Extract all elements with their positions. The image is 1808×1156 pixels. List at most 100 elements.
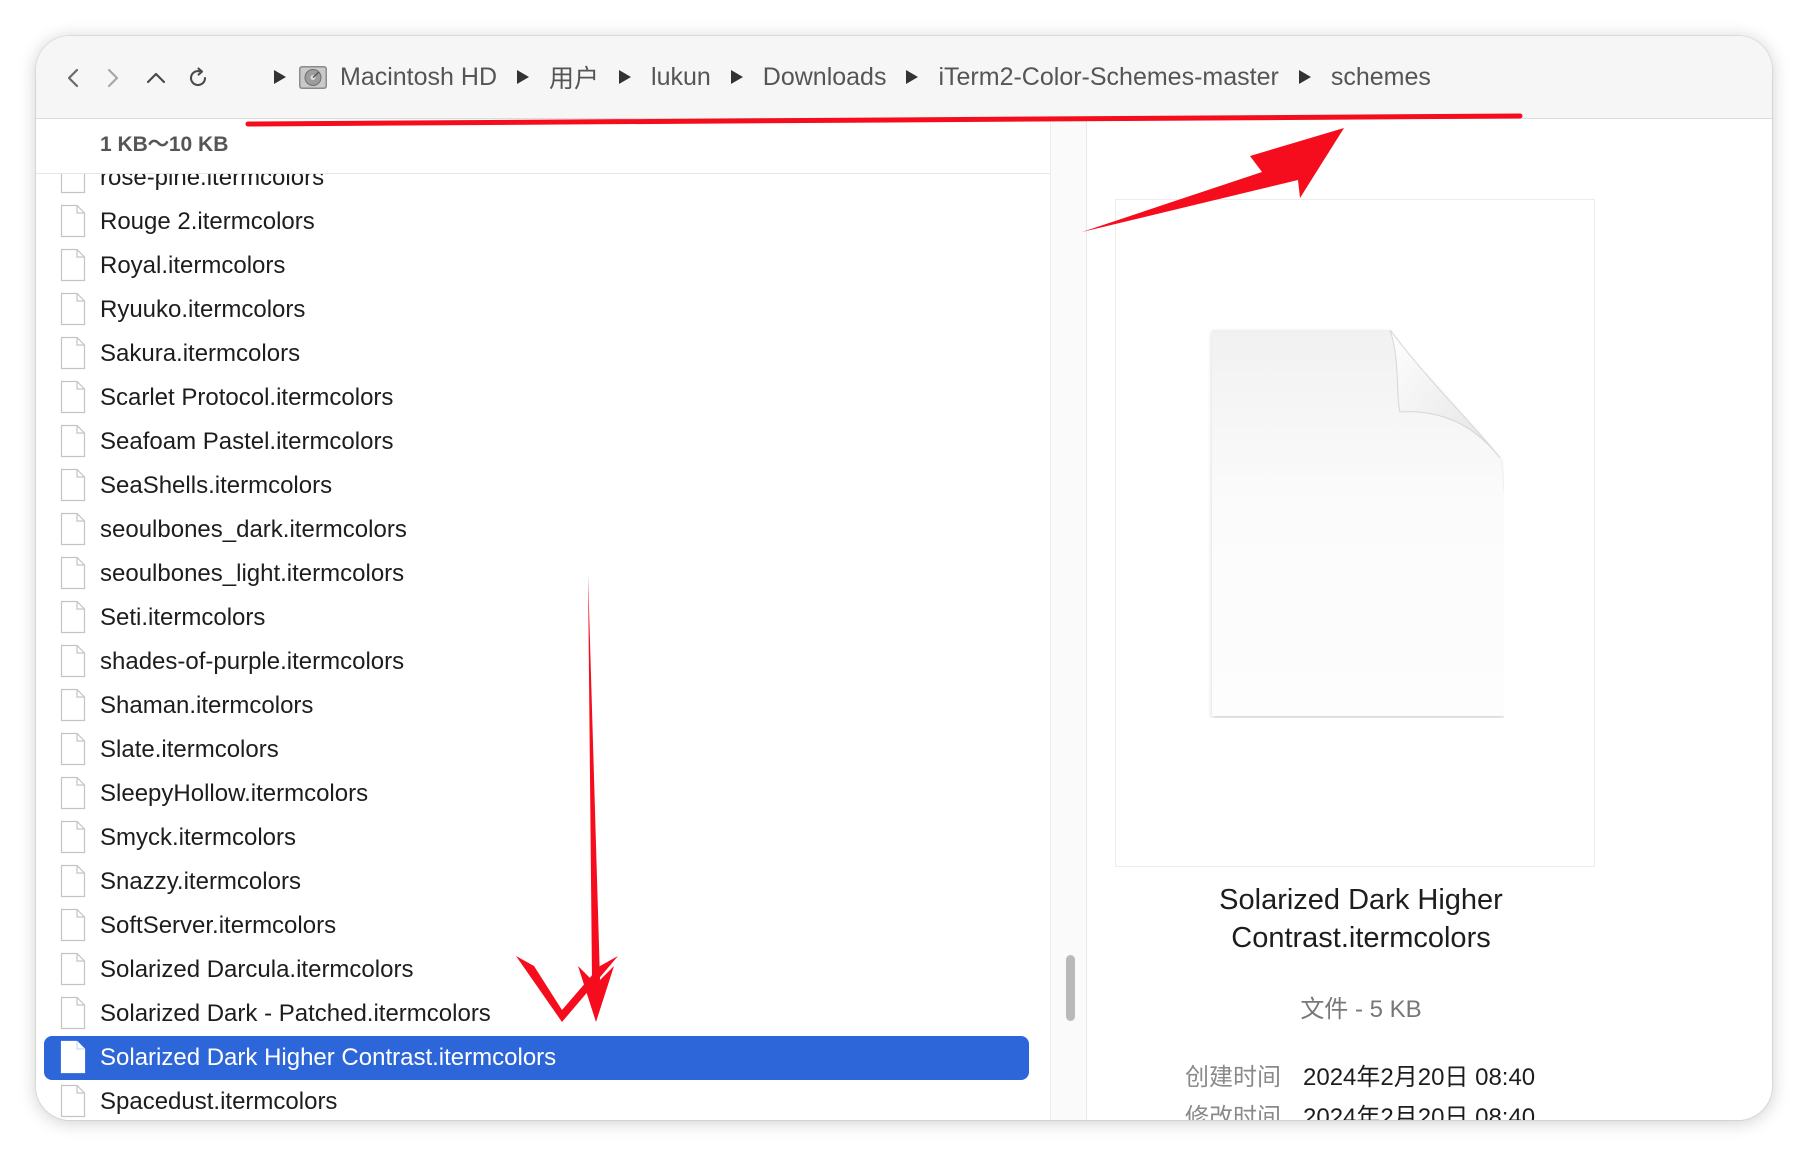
path-bar: Macintosh HD 用户 lukun Downloads iTerm2-C… [236, 36, 1431, 118]
preview-thumbnail [1115, 199, 1595, 867]
back-icon[interactable] [54, 56, 94, 100]
file-name: SoftServer.itermcolors [100, 912, 337, 939]
document-icon [60, 776, 86, 810]
document-icon [60, 820, 86, 854]
path-label: Downloads [762, 62, 887, 91]
file-name: Snazzy.itermcolors [100, 868, 301, 895]
path-item-downloads[interactable]: Downloads [763, 63, 887, 92]
document-icon [60, 292, 86, 326]
size-group-header: 1 KB～10 KB [100, 133, 229, 156]
file-row[interactable]: Slate.itermcolors [44, 728, 1029, 772]
file-row[interactable]: SoftServer.itermcolors [44, 904, 1029, 948]
file-list-column: 1 KB～10 KB rose-pine.itermcolors Rouge 2.… [36, 119, 1087, 1120]
path-separator-icon [619, 70, 632, 84]
path-separator-icon [274, 70, 286, 84]
file-row[interactable]: Snazzy.itermcolors [44, 860, 1029, 904]
file-name: Sakura.itermcolors [100, 340, 301, 367]
path-item-lukun[interactable]: lukun [651, 63, 711, 92]
enclosing-folder-icon[interactable] [136, 56, 176, 100]
document-icon [60, 204, 86, 238]
file-row[interactable]: Shaman.itermcolors [44, 684, 1029, 728]
path-label: iTerm2-Color-Schemes-master [938, 62, 1279, 91]
file-row[interactable]: Solarized Darcula.itermcolors [44, 948, 1029, 992]
file-name: Slate.itermcolors [100, 736, 279, 763]
document-icon [60, 424, 86, 458]
scrollbar-thumb[interactable] [1066, 955, 1075, 1021]
preview-title-line: Solarized Dark Higher [1219, 884, 1503, 916]
preview-title-line: Contrast.itermcolors [1231, 922, 1491, 954]
path-item-iterm2-color-schemes-master[interactable]: iTerm2-Color-Schemes-master [938, 63, 1278, 92]
file-name: Solarized Darcula.itermcolors [100, 956, 414, 983]
file-row[interactable]: Sakura.itermcolors [44, 332, 1029, 376]
info-value: 2024年2月20日 08:40 [1303, 1104, 1536, 1120]
forward-icon[interactable] [92, 56, 132, 100]
document-icon [60, 380, 86, 414]
file-name: Shaman.itermcolors [100, 692, 314, 719]
file-row[interactable]: Royal.itermcolors [44, 244, 1029, 288]
path-separator-icon [517, 70, 529, 84]
finder-window: Macintosh HD 用户 lukun Downloads iTerm2-C… [36, 36, 1772, 1120]
file-name: Spacedust.itermcolors [100, 1088, 338, 1115]
path-separator-icon [730, 70, 743, 84]
toolbar: Macintosh HD 用户 lukun Downloads iTerm2-C… [36, 36, 1772, 119]
file-name: Scarlet Protocol.itermcolors [100, 384, 394, 411]
document-icon [60, 512, 86, 546]
file-row[interactable]: seoulbones_dark.itermcolors [44, 508, 1029, 552]
file-row[interactable]: seoulbones_light.itermcolors [44, 552, 1029, 596]
document-icon [60, 864, 86, 898]
file-row[interactable]: SleepyHollow.itermcolors [44, 772, 1029, 816]
document-icon [60, 556, 86, 590]
path-label: 用户 [549, 65, 600, 93]
document-icon [60, 248, 86, 282]
file-row[interactable]: rose-pine.itermcolors [44, 174, 1029, 200]
file-name: Smyck.itermcolors [100, 824, 297, 851]
file-list: rose-pine.itermcolors Rouge 2.itermcolors… [36, 174, 1051, 1120]
file-name: SleepyHollow.itermcolors [100, 780, 369, 807]
info-modified: 修改时间 2024年2月20日 08:40 [1185, 1097, 1535, 1120]
file-name: Rouge 2.itermcolors [100, 208, 315, 235]
path-item-users[interactable]: 用户 [549, 59, 599, 95]
file-name: Ryuuko.itermcolors [100, 296, 306, 323]
file-row[interactable]: Smyck.itermcolors [44, 816, 1029, 860]
file-row[interactable]: Rouge 2.itermcolors [44, 200, 1029, 244]
document-icon [60, 336, 86, 370]
path-item-schemes[interactable]: schemes [1331, 63, 1431, 92]
info-key: 修改时间 [1185, 1104, 1281, 1120]
document-icon [60, 732, 86, 766]
file-row[interactable]: SeaShells.itermcolors [44, 464, 1029, 508]
document-icon [60, 688, 86, 722]
refresh-icon[interactable] [178, 56, 218, 100]
file-row[interactable]: Solarized Dark - Patched.itermcolors [44, 992, 1029, 1036]
scrollbar[interactable] [1050, 119, 1087, 1120]
file-name: Solarized Dark - Patched.itermcolors [100, 1000, 491, 1027]
document-icon [60, 1084, 86, 1118]
file-name: seoulbones_light.itermcolors [100, 560, 405, 587]
path-separator-icon [906, 70, 919, 84]
path-label: lukun [651, 62, 711, 91]
document-icon [60, 952, 86, 986]
file-row[interactable]: shades-of-purple.itermcolors [44, 640, 1029, 684]
file-row[interactable]: Scarlet Protocol.itermcolors [44, 376, 1029, 420]
document-icon [60, 174, 86, 194]
empty-column [1634, 119, 1772, 1120]
path-item-macintosh-hd[interactable]: Macintosh HD [298, 63, 497, 92]
file-row[interactable]: Ryuuko.itermcolors [44, 288, 1029, 332]
preview-file-name: Solarized Dark Higher Contrast.itermcolo… [1087, 881, 1635, 957]
path-separator-icon [1298, 70, 1311, 84]
file-row[interactable]: Spacedust.itermcolors [44, 1080, 1029, 1120]
path-label: Macintosh HD [340, 62, 497, 91]
path-label: schemes [1330, 62, 1431, 91]
file-row[interactable]: Seafoam Pastel.itermcolors [44, 420, 1029, 464]
file-name: seoulbones_dark.itermcolors [100, 516, 407, 543]
info-key: 创建时间 [1185, 1064, 1281, 1091]
document-icon [60, 600, 86, 634]
document-icon [60, 644, 86, 678]
file-name: Seti.itermcolors [100, 604, 266, 631]
file-name: shades-of-purple.itermcolors [100, 648, 405, 675]
info-value: 2024年2月20日 08:40 [1303, 1064, 1536, 1091]
file-row[interactable]: Seti.itermcolors [44, 596, 1029, 640]
document-icon [60, 996, 86, 1030]
document-icon [60, 1040, 86, 1074]
document-icon [60, 908, 86, 942]
file-row[interactable]: Solarized Dark Higher Contrast.itermcolo… [44, 1036, 1029, 1080]
